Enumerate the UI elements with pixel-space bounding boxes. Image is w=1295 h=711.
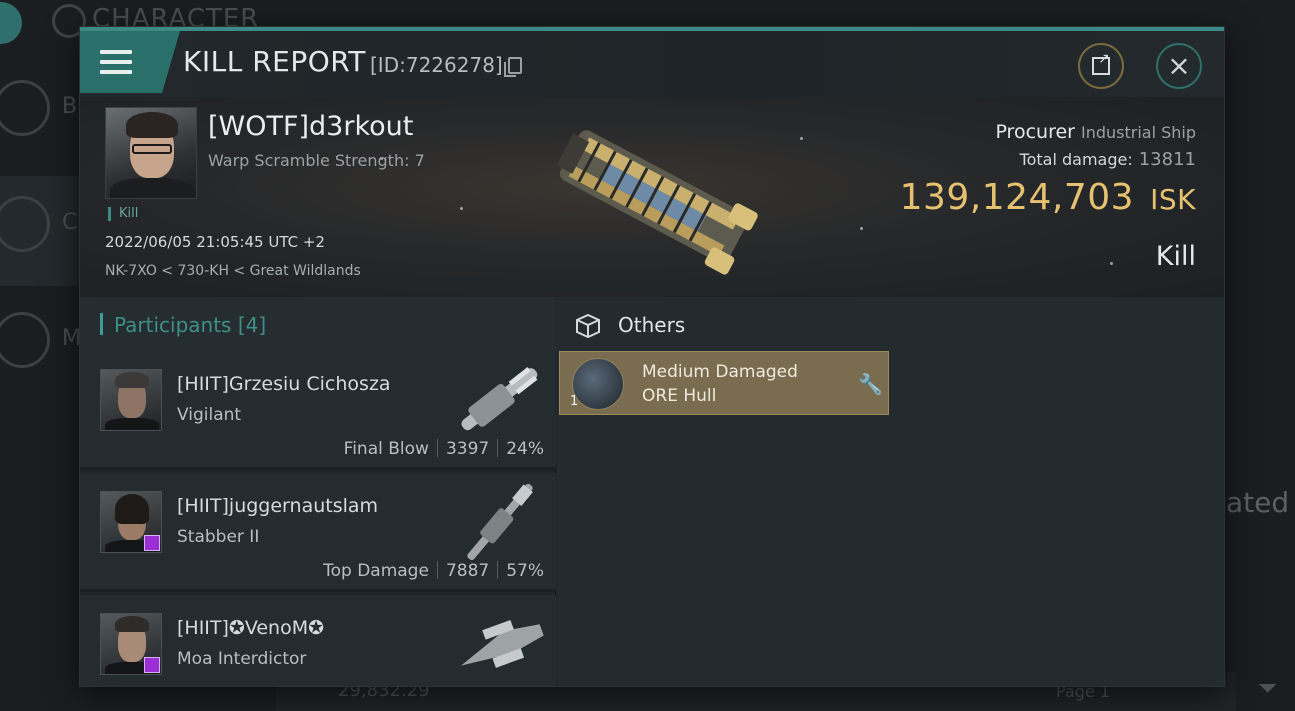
victim-header: [WOTF]d3rkout Warp Scramble Strength: 7 … xyxy=(80,97,1224,297)
background-side-item-c: C xyxy=(0,176,80,286)
background-side-item-b: B xyxy=(0,60,80,170)
copy-icon[interactable] xyxy=(504,57,522,77)
hamburger-icon xyxy=(100,50,132,74)
omega-badge-icon xyxy=(144,535,160,551)
star-hex-icon xyxy=(0,312,50,368)
warp-scramble-strength: Warp Scramble Strength: 7 xyxy=(208,151,425,170)
kill-datetime: 2022/06/05 21:05:45 UTC +2 xyxy=(105,233,325,251)
report-id: [ID:7226278] xyxy=(370,53,503,77)
item-name-line1: Medium Damaged xyxy=(642,362,798,382)
kill-report-dialog: KILL REPORT [ID:7226278] × [WOTF]d3rkout… xyxy=(80,27,1224,686)
kill-result: Kill xyxy=(1155,241,1196,272)
participant-stats: Final Blow 3397 24% xyxy=(344,439,544,459)
participant-percent: 24% xyxy=(506,439,544,459)
side-letter: B xyxy=(62,94,78,119)
menu-button[interactable] xyxy=(80,31,180,93)
isk-value: 139,124,703 xyxy=(899,177,1135,218)
participant-stats: Top Damage 7887 57% xyxy=(323,561,544,581)
background-side-item-m: M xyxy=(0,292,81,402)
victim-name[interactable]: [WOTF]d3rkout xyxy=(208,111,413,142)
participant-row[interactable]: [HIIT]juggernautslam Stabber II Top Dama… xyxy=(80,473,556,592)
participant-damage: 3397 xyxy=(445,439,490,459)
crossed-tools-icon xyxy=(0,196,50,252)
side-letter: M xyxy=(62,326,81,351)
participant-damage: 7887 xyxy=(445,561,490,581)
omega-badge-icon xyxy=(144,657,160,673)
participants-panel: Participants [4] [HIIT]Grzesiu Cichosza … xyxy=(80,297,556,686)
participants-header: Participants [4] xyxy=(80,297,556,351)
others-header: Others xyxy=(557,297,1224,351)
participant-ship: Moa Interdictor xyxy=(177,649,307,669)
total-damage-value: 13811 xyxy=(1138,149,1196,170)
wrench-icon: 🔧 xyxy=(858,372,883,396)
kill-location[interactable]: NK-7XO < 730-KH < Great Wildlands xyxy=(105,263,361,279)
victim-portrait[interactable] xyxy=(105,107,197,199)
participants-title: Participants [4] xyxy=(114,313,267,337)
participant-name: [HIIT]✪VenoM✪ xyxy=(177,617,325,639)
kill-tag: Kill xyxy=(108,207,138,221)
filter-icon: ⏷ xyxy=(1258,674,1278,702)
dropped-item[interactable]: 1 Medium Damaged ORE Hull 🔧 xyxy=(559,351,889,415)
ship-name[interactable]: Procurer xyxy=(995,121,1075,143)
participant-avatar[interactable] xyxy=(100,491,162,553)
isk-value-line: 139,124,703 ISK xyxy=(900,177,1196,218)
total-damage-line: Total damage: 13811 xyxy=(1020,149,1196,170)
participant-ship-icon xyxy=(467,483,533,561)
participant-ship-icon xyxy=(461,619,544,668)
menu-ring-icon xyxy=(0,80,50,136)
share-button[interactable] xyxy=(1078,43,1124,89)
background-menu-icon xyxy=(0,2,22,44)
ship-line: Procurer Industrial Ship xyxy=(995,121,1196,143)
others-title: Others xyxy=(618,313,686,337)
close-button[interactable]: × xyxy=(1156,43,1202,89)
item-thumbnail xyxy=(572,358,624,410)
others-panel: Others 1 Medium Damaged ORE Hull 🔧 xyxy=(557,297,1224,686)
ship-class: Industrial Ship xyxy=(1080,123,1196,142)
item-name-line2: ORE Hull xyxy=(642,386,717,406)
victim-ship-image[interactable] xyxy=(538,119,770,279)
total-damage-label: Total damage: xyxy=(1019,150,1133,169)
dialog-title: KILL REPORT xyxy=(183,45,366,78)
participant-avatar[interactable] xyxy=(100,369,162,431)
participant-name: [HIIT]Grzesiu Cichosza xyxy=(177,373,391,395)
participant-row[interactable]: [HIIT]Grzesiu Cichosza Vigilant Final Bl… xyxy=(80,351,556,470)
external-link-icon xyxy=(1092,51,1110,75)
close-icon: × xyxy=(1167,49,1191,82)
dialog-titlebar: KILL REPORT [ID:7226278] × xyxy=(80,31,1224,97)
participant-role: Final Blow xyxy=(343,439,429,459)
participant-percent: 57% xyxy=(506,561,544,581)
participant-avatar[interactable] xyxy=(100,613,162,675)
participant-name: [HIIT]juggernautslam xyxy=(177,495,379,517)
isk-unit: ISK xyxy=(1150,183,1196,216)
participant-ship: Vigilant xyxy=(177,405,242,425)
background-ghost-text: ated xyxy=(1226,486,1290,519)
participant-ship: Stabber II xyxy=(177,527,260,547)
participant-row[interactable]: [HIIT]✪VenoM✪ Moa Interdictor xyxy=(80,595,556,686)
side-letter: C xyxy=(62,210,78,235)
item-quantity: 1 xyxy=(570,394,579,409)
cargo-box-icon xyxy=(576,313,600,339)
participant-role: Top Damage xyxy=(323,561,429,581)
participant-ship-icon xyxy=(461,367,538,431)
